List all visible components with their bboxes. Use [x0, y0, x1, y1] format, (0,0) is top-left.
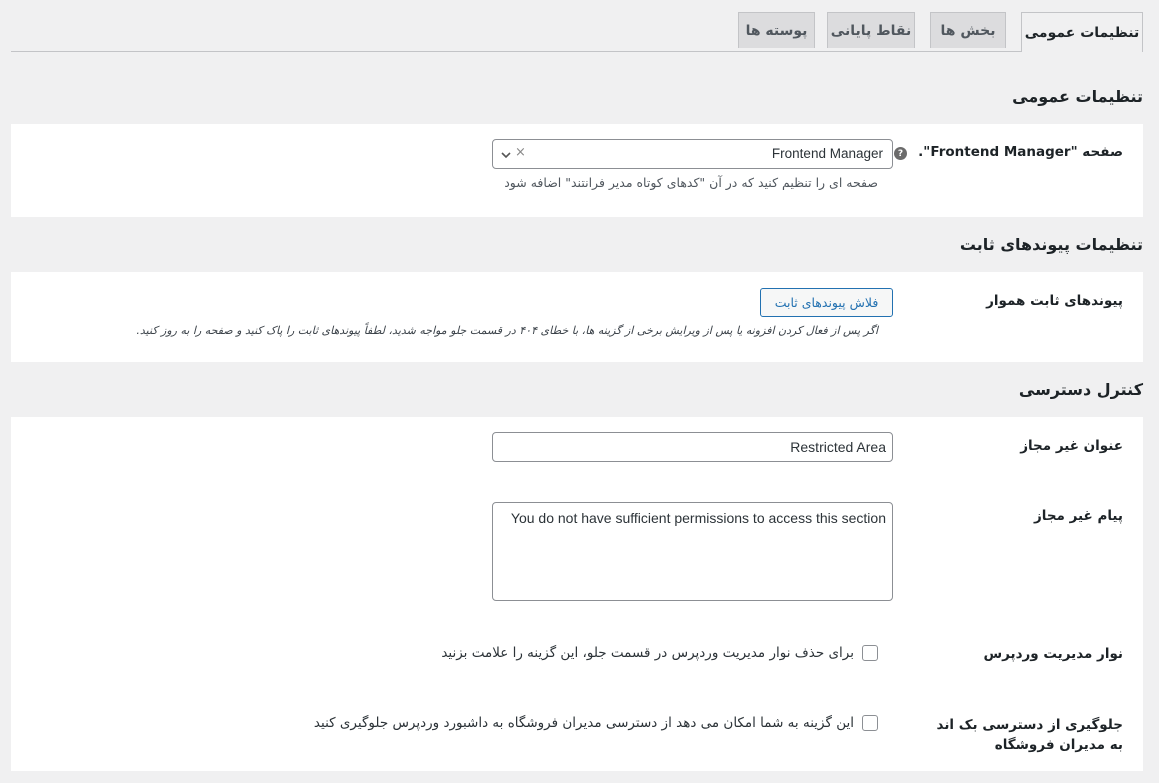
select-value: Frontend Manager — [771, 146, 883, 161]
general-settings-panel: صفحه "Frontend Manager". ? Frontend Mana… — [11, 124, 1143, 217]
permalinks-description: اگر پس از فعال کردن افزونه یا پس از ویرا… — [136, 324, 878, 337]
unauthorized-message-label: پیام غیر مجاز — [1033, 508, 1123, 524]
tab-general-settings[interactable]: تنظیمات عمومی — [1021, 12, 1143, 52]
clear-icon[interactable]: × — [515, 145, 526, 160]
wp-admin-bar-checkbox[interactable] — [862, 645, 878, 661]
access-control-panel: عنوان غیر مجاز Restricted Area پیام غیر … — [11, 417, 1143, 771]
tab-themes[interactable]: پوسته ها — [738, 12, 815, 48]
wp-admin-bar-option: برای حذف نوار مدیریت وردپرس در قسمت جلو،… — [441, 645, 878, 661]
permalink-settings-heading: تنظیمات پیوندهای ثابت — [959, 235, 1143, 254]
unauthorized-title-label: عنوان غیر مجاز — [1020, 438, 1123, 454]
prevent-backend-access-label: جلوگیری از دسترسی بک اند به مدیران فروشگ… — [936, 717, 1123, 753]
prevent-backend-access-checkbox[interactable] — [862, 715, 878, 731]
help-icon[interactable]: ? — [894, 147, 907, 160]
unauthorized-title-input[interactable]: Restricted Area — [492, 432, 893, 462]
frontend-manager-page-label: صفحه "Frontend Manager". — [918, 144, 1123, 160]
prevent-backend-access-description: این گزینه به شما امکان می دهد از دسترسی … — [313, 715, 854, 731]
flush-permalinks-button[interactable]: فلاش پیوندهای ثابت — [760, 288, 893, 317]
pretty-permalinks-label: پیوندهای ثابت هموار — [986, 293, 1123, 309]
frontend-manager-page-description: صفحه ای را تنظیم کنید که در آن "کدهای کو… — [504, 175, 878, 190]
frontend-manager-page-select[interactable]: Frontend Manager × — [492, 139, 893, 169]
unauthorized-message-value: You do not have sufficient permissions t… — [510, 510, 886, 526]
general-settings-heading: تنظیمات عمومی — [1012, 87, 1143, 106]
wp-admin-bar-label: نوار مدیریت وردپرس — [983, 646, 1123, 662]
unauthorized-message-textarea[interactable]: You do not have sufficient permissions t… — [492, 502, 893, 601]
settings-tabs: تنظیمات عمومی بخش ها نقاط پایانی پوسته ه… — [11, 0, 1143, 52]
chevron-down-icon — [500, 146, 512, 165]
access-control-heading: کنترل دسترسی — [1018, 380, 1143, 399]
tab-endpoints[interactable]: نقاط پایانی — [827, 12, 915, 48]
wp-admin-bar-description: برای حذف نوار مدیریت وردپرس در قسمت جلو،… — [441, 645, 854, 661]
unauthorized-title-value: Restricted Area — [790, 439, 886, 455]
prevent-backend-access-option: این گزینه به شما امکان می دهد از دسترسی … — [314, 715, 878, 731]
tab-sections[interactable]: بخش ها — [930, 12, 1006, 48]
permalink-settings-panel: پیوندهای ثابت هموار فلاش پیوندهای ثابت ا… — [11, 272, 1143, 362]
